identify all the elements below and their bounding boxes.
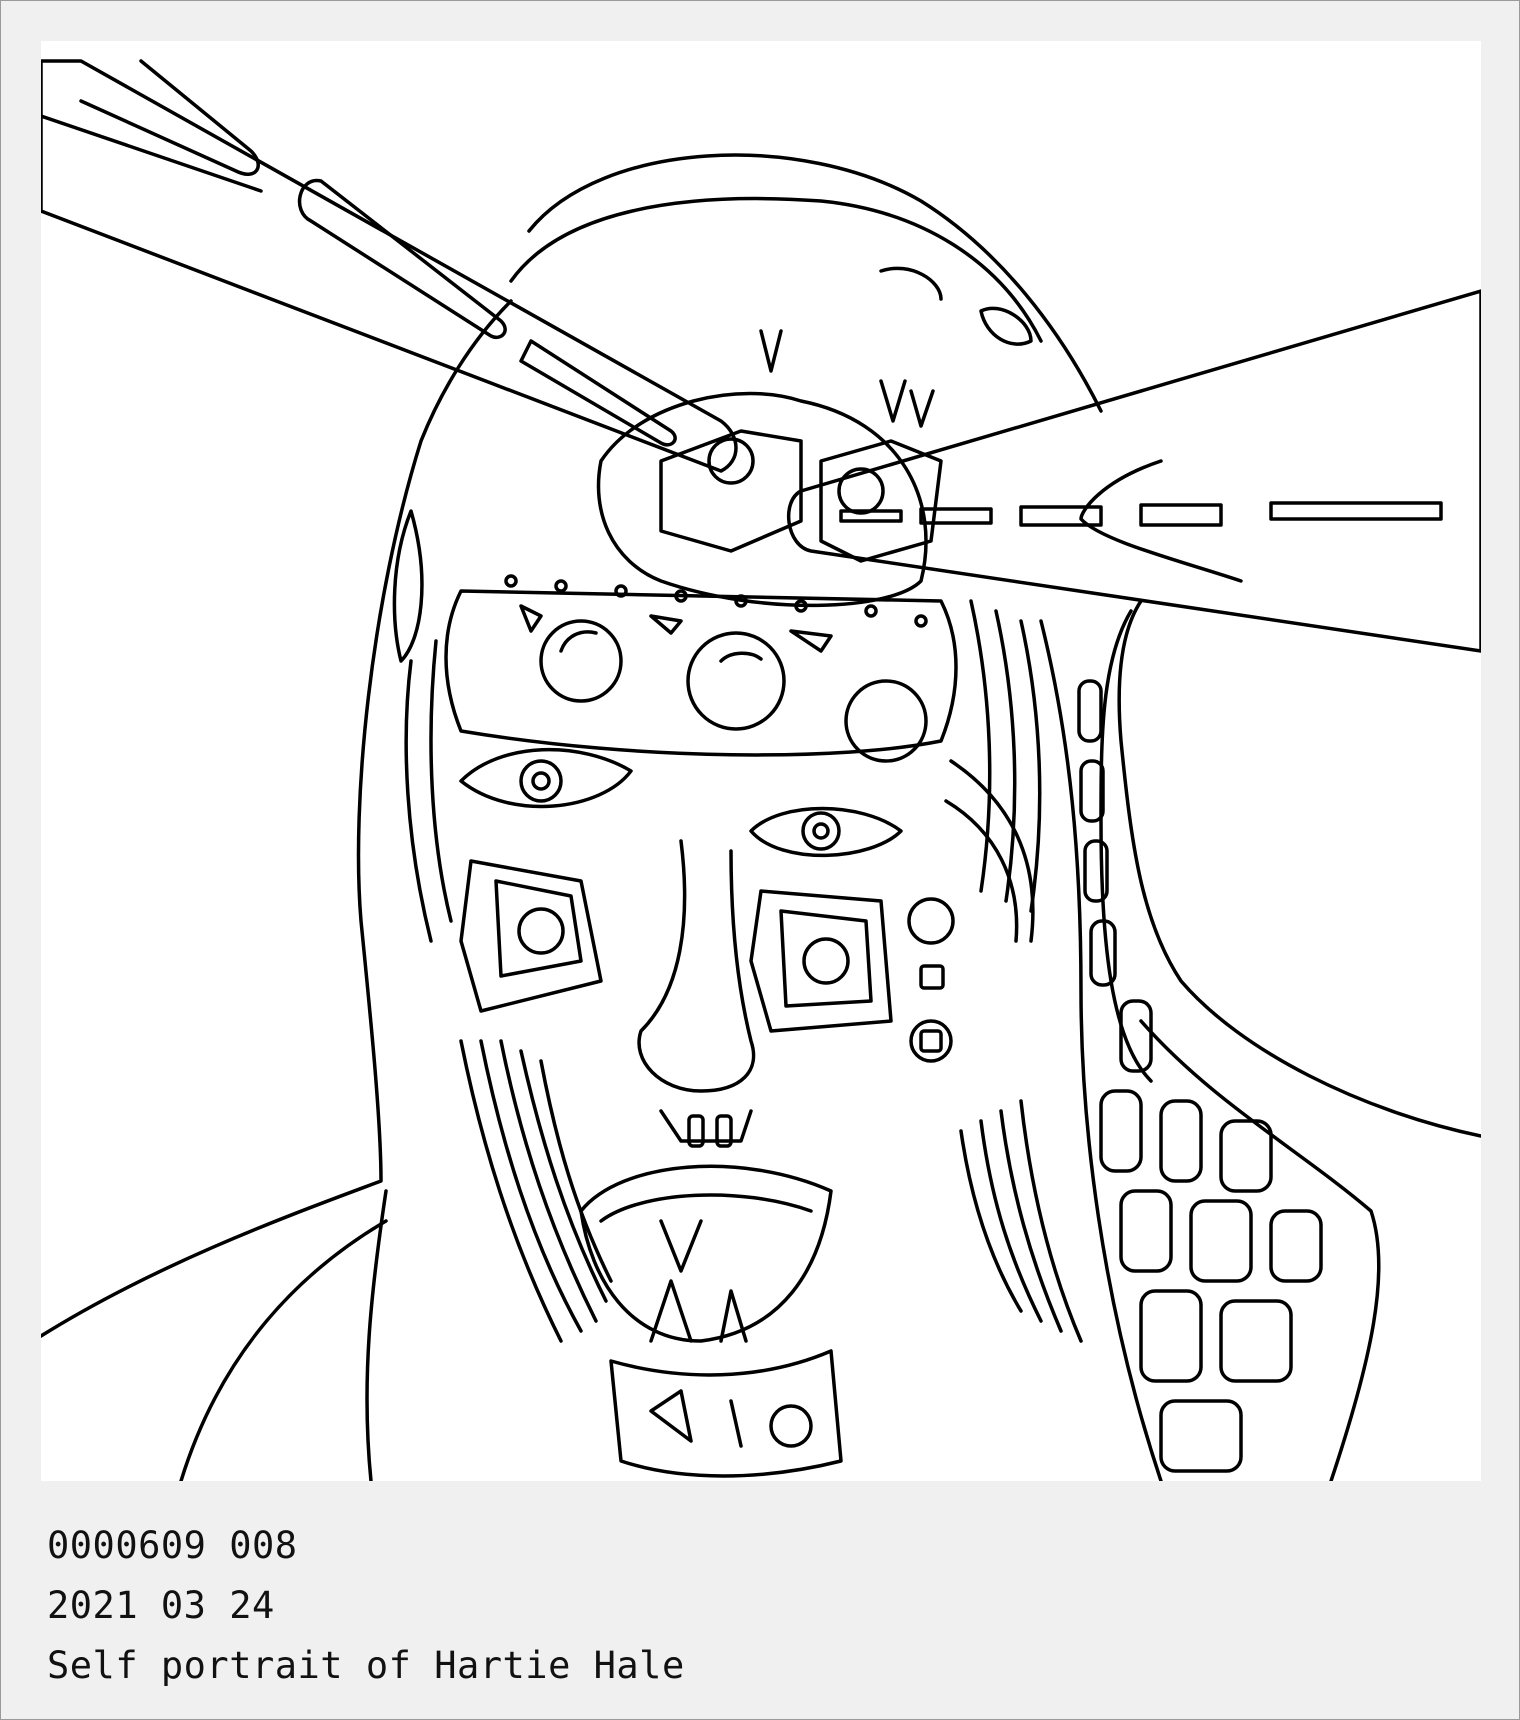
caption-title: Self portrait of Hartie Hale bbox=[47, 1644, 685, 1687]
caption-id: 0000609 008 bbox=[47, 1524, 298, 1567]
caption-block: 0000609 008 2021 03 24 Self portrait of … bbox=[47, 1516, 685, 1696]
caption-date: 2021 03 24 bbox=[47, 1584, 275, 1627]
photo-frame: 0000609 008 2021 03 24 Self portrait of … bbox=[0, 0, 1520, 1720]
artwork-image bbox=[41, 41, 1481, 1481]
line-art-portrait bbox=[41, 59, 1481, 1481]
